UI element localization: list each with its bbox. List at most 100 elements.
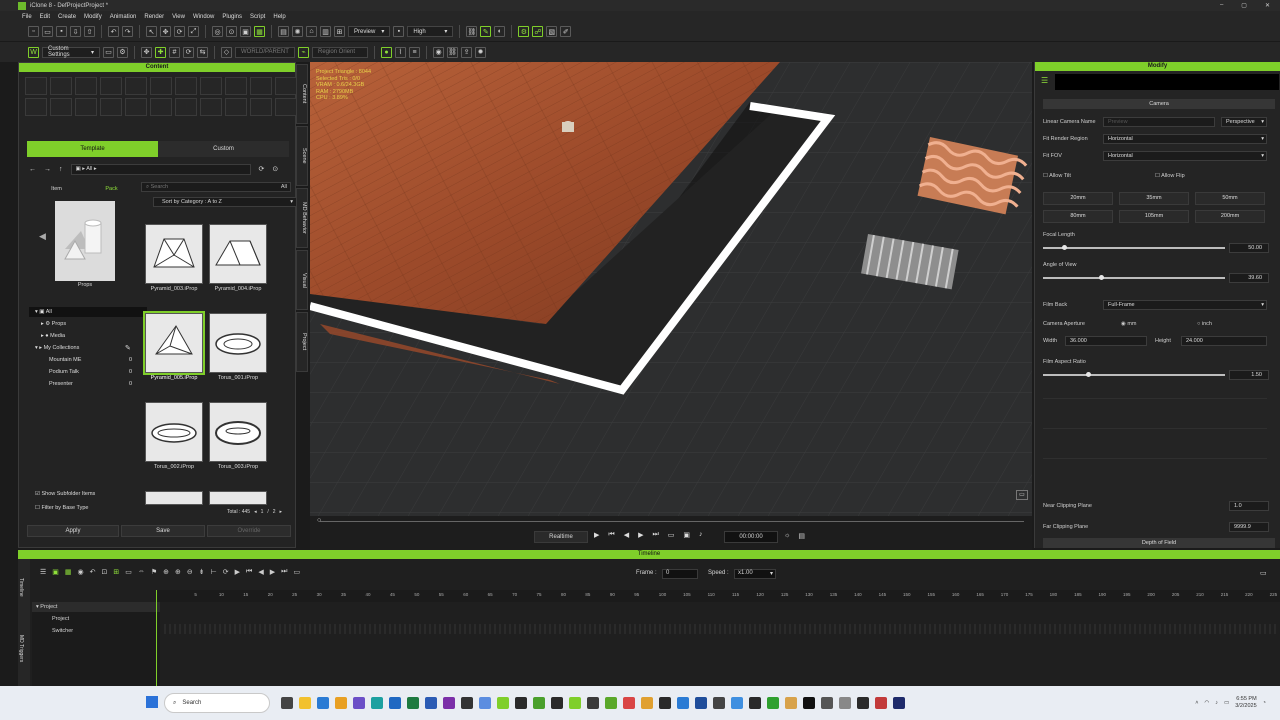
tray-chevron-icon[interactable]: ˄ <box>1195 700 1198 706</box>
stage-category-icon[interactable] <box>25 98 47 116</box>
playhead[interactable] <box>156 590 157 686</box>
marker-icon[interactable]: ⊢ <box>211 568 217 576</box>
item-thumbnail[interactable] <box>145 224 203 284</box>
search-input[interactable]: ⌕ Search All <box>141 182 291 192</box>
tab-template[interactable]: Template <box>27 141 158 157</box>
tree-item-mountain-me[interactable]: Mountain ME <box>49 357 81 363</box>
focal-length-slider[interactable] <box>1043 245 1225 250</box>
app-icon[interactable] <box>587 697 599 709</box>
sky-category-icon[interactable] <box>50 98 72 116</box>
audio-category-icon[interactable] <box>225 98 247 116</box>
range-icon[interactable]: ▭ <box>125 568 132 576</box>
app-icon[interactable] <box>875 697 887 709</box>
side-tab-timeline[interactable]: Timeline <box>18 567 24 607</box>
app-icon[interactable] <box>821 697 833 709</box>
save-button[interactable]: Save <box>121 525 205 537</box>
item-thumbnail[interactable] <box>145 491 203 505</box>
app-icon[interactable] <box>479 697 491 709</box>
open-icon[interactable]: ▭ <box>42 26 53 37</box>
lens-80mm-button[interactable]: 80mm <box>1043 210 1113 223</box>
3d-viewport[interactable]: ▭ <box>310 62 1032 516</box>
share-icon[interactable]: ⇪ <box>461 46 472 58</box>
depth-of-field-header[interactable]: Depth of Field <box>1043 538 1275 548</box>
app-icon[interactable] <box>533 697 545 709</box>
side-tab-md-behavior[interactable]: MD Behavior <box>296 188 308 248</box>
app-icon[interactable] <box>605 697 617 709</box>
menu-script[interactable]: Script <box>250 14 265 20</box>
speed-dropdown[interactable]: x1.00 ▾ <box>734 569 776 579</box>
allow-tilt-checkbox[interactable]: ☐ Allow Tilt <box>1043 173 1071 179</box>
terrain-category-icon[interactable] <box>75 98 97 116</box>
angle-of-view-input[interactable]: 39.60 <box>1229 273 1269 283</box>
flag-icon[interactable]: ⚑ <box>151 568 157 576</box>
redo-icon[interactable]: ↷ <box>122 26 133 37</box>
item-thumbnail[interactable] <box>209 224 267 284</box>
face-category-icon[interactable] <box>175 77 197 95</box>
back-icon[interactable]: ← <box>29 166 36 173</box>
export-icon[interactable]: ⇧ <box>84 26 95 37</box>
filter-base-type-checkbox[interactable]: ☐ Filter by Base Type <box>35 505 88 511</box>
firefox-icon[interactable] <box>335 697 347 709</box>
undo-icon[interactable]: ↶ <box>108 26 119 37</box>
frame-input[interactable]: 0 <box>662 569 698 579</box>
item-thumbnail[interactable] <box>209 313 267 373</box>
snap-key-icon[interactable]: ⇟ <box>199 568 205 576</box>
aperture-inch-radio[interactable]: ○ inch <box>1197 321 1212 327</box>
move-icon[interactable]: ✥ <box>160 26 171 37</box>
tab-pack[interactable]: Pack <box>84 183 139 195</box>
maximize-button[interactable]: ▢ <box>1241 2 1247 9</box>
breadcrumb[interactable]: ▣ ▸ All ▸ <box>70 163 251 175</box>
mocap-icon[interactable]: ⚙ <box>518 26 530 37</box>
side-tab-project[interactable]: Project <box>296 312 308 372</box>
lens-35mm-button[interactable]: 35mm <box>1119 192 1189 205</box>
repeat-icon[interactable]: ⟳ <box>223 568 229 576</box>
prev-page-icon[interactable]: ◂ <box>254 509 257 515</box>
save-icon[interactable]: ▪ <box>56 26 67 37</box>
app-icon[interactable] <box>857 697 869 709</box>
swap-icon[interactable]: ⇆ <box>197 46 208 58</box>
fit-icon[interactable]: ⇔ <box>138 568 145 576</box>
track-project[interactable]: Project <box>52 616 69 622</box>
layout-icon[interactable]: ▣ <box>240 26 251 37</box>
tree-item-props[interactable]: ▸ ⚙ Props <box>41 321 66 327</box>
quad-view-icon[interactable]: ⊞ <box>334 26 345 37</box>
app-icon[interactable] <box>713 697 725 709</box>
forward-icon[interactable]: → <box>44 166 51 173</box>
apply-button[interactable]: Apply <box>27 525 119 537</box>
notification-icon[interactable]: ◔ <box>1263 700 1266 706</box>
puppet-icon[interactable]: ☍ <box>532 26 544 37</box>
loop-icon[interactable]: ▭ <box>668 531 675 539</box>
film-back-dropdown[interactable]: Full-Frame ▾ <box>1103 300 1267 310</box>
menu-create[interactable]: Create <box>58 14 76 20</box>
lens-105mm-button[interactable]: 105mm <box>1119 210 1189 223</box>
lens-50mm-button[interactable]: 50mm <box>1195 192 1265 205</box>
width-input[interactable]: 36.000 <box>1065 336 1147 346</box>
region-orient-dropdown[interactable]: Region Orient <box>312 46 368 58</box>
sliders-icon[interactable]: ≡ <box>409 46 420 58</box>
film-aspect-input[interactable]: 1.50 <box>1229 370 1269 380</box>
play-icon[interactable]: ▶ <box>594 531 599 539</box>
app-icon[interactable] <box>515 697 527 709</box>
tl-prev-icon[interactable]: ◀ <box>258 568 263 576</box>
go-start-icon[interactable]: ⏮ <box>608 531 614 539</box>
store-icon[interactable] <box>317 697 329 709</box>
hair-category-icon[interactable] <box>100 77 122 95</box>
fit-fov-dropdown[interactable]: Horizontal ▾ <box>1103 151 1267 161</box>
lens-200mm-button[interactable]: 200mm <box>1195 210 1265 223</box>
app-icon[interactable] <box>695 697 707 709</box>
filter-icon[interactable]: ⊡ <box>102 568 108 576</box>
show-subfolder-checkbox[interactable]: ☑ Show Subfolder Items <box>35 491 95 497</box>
taskbar-search[interactable]: ⌕ Search <box>164 693 270 713</box>
script-category-icon[interactable] <box>250 98 272 116</box>
world-parent-dropdown[interactable]: WORLD/PARENT <box>235 46 295 58</box>
slider-knob[interactable] <box>1062 245 1068 250</box>
zoom-in-icon[interactable]: ⊕ <box>175 568 181 576</box>
effect-category-icon[interactable] <box>200 98 222 116</box>
menu-plugins[interactable]: Plugins <box>222 14 242 20</box>
misc-category-icon[interactable] <box>275 98 297 116</box>
lens-20mm-button[interactable]: 20mm <box>1043 192 1113 205</box>
word-icon[interactable] <box>425 697 437 709</box>
edit-pencil-icon[interactable]: ✎ <box>125 344 131 352</box>
media-category-icon[interactable] <box>250 77 272 95</box>
gear-icon[interactable]: ✹ <box>475 46 486 58</box>
